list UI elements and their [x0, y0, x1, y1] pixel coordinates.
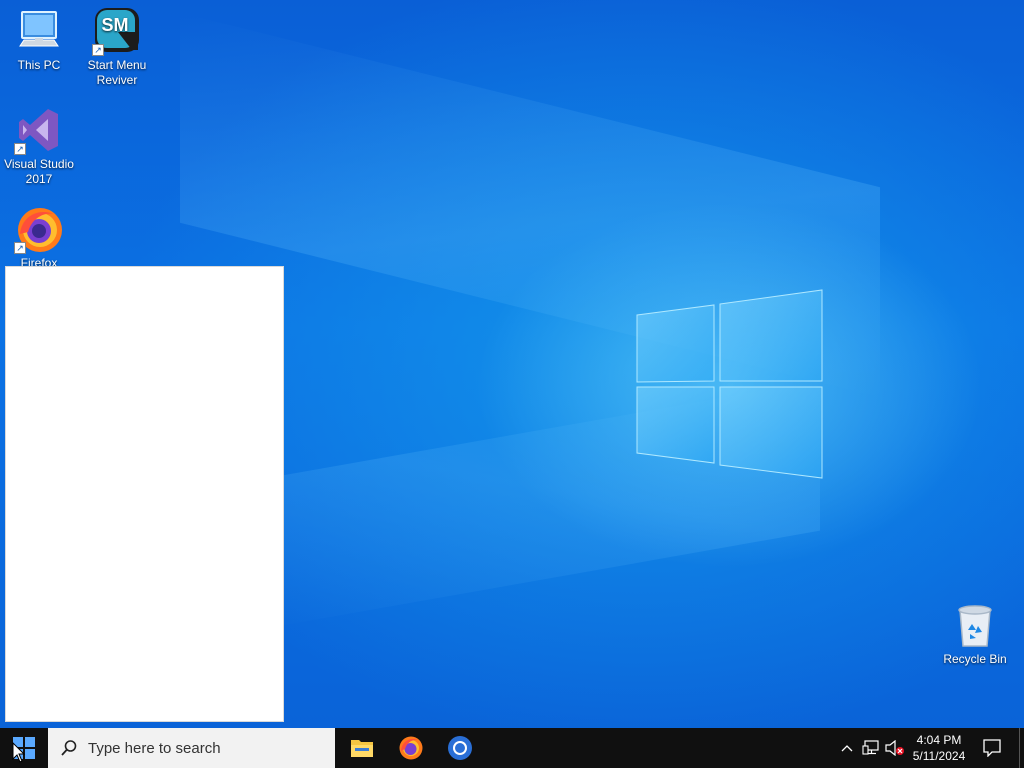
- chrome-icon: [448, 736, 472, 760]
- recycle-bin-icon: [950, 600, 1000, 650]
- blank-panel: [5, 266, 284, 722]
- network-icon: [862, 740, 879, 755]
- taskbar-chrome[interactable]: [436, 728, 484, 768]
- desktop-icon-recycle-bin[interactable]: Recycle Bin: [936, 600, 1014, 667]
- search-placeholder: Type here to search: [88, 739, 221, 757]
- taskbar-firefox[interactable]: [387, 728, 435, 768]
- desktop[interactable]: This PC SM ↗ Start Menu Reviver ↗ Visual…: [0, 0, 1024, 728]
- shortcut-arrow-icon: ↗: [92, 44, 104, 56]
- visual-studio-icon: ↗: [14, 105, 64, 155]
- start-menu-reviver-icon: SM ↗: [92, 6, 142, 56]
- taskbar-file-explorer[interactable]: [338, 728, 386, 768]
- firefox-icon: ↗: [14, 204, 64, 254]
- taskbar-search-box[interactable]: Type here to search: [48, 728, 335, 768]
- show-desktop-button[interactable]: [1019, 728, 1024, 768]
- recycle-bin-label: Recycle Bin: [943, 652, 1007, 666]
- chevron-up-icon: [841, 745, 853, 752]
- clock-date: 5/11/2024: [912, 749, 966, 763]
- volume-button[interactable]: [884, 728, 906, 768]
- show-hidden-icons-button[interactable]: [838, 728, 856, 768]
- action-center-icon: [983, 739, 1001, 757]
- this-pc-label: This PC: [17, 58, 61, 72]
- visual-studio-label-line1: Visual Studio: [4, 157, 74, 171]
- shortcut-arrow-icon: ↗: [14, 143, 26, 155]
- firefox-icon: [399, 736, 423, 760]
- search-icon: [61, 740, 77, 756]
- windows-logo-wallpaper: [636, 289, 823, 479]
- taskbar-clock[interactable]: 4:04 PM 5/11/2024: [906, 728, 972, 768]
- mouse-cursor-icon: [12, 742, 26, 763]
- file-explorer-icon: [351, 740, 373, 757]
- desktop-icon-this-pc[interactable]: This PC: [0, 6, 78, 73]
- start-menu-reviver-label-line2: Reviver: [96, 73, 138, 87]
- this-pc-icon: [14, 6, 64, 56]
- desktop-icon-firefox[interactable]: ↗ Firefox: [0, 204, 78, 271]
- action-center-button[interactable]: [978, 728, 1006, 768]
- start-menu-reviver-label-line1: Start Menu: [87, 58, 147, 72]
- desktop-icon-start-menu-reviver[interactable]: SM ↗ Start Menu Reviver: [78, 6, 156, 88]
- clock-time: 4:04 PM: [916, 733, 962, 747]
- shortcut-arrow-icon: ↗: [14, 242, 26, 254]
- taskbar: Type here to search 4:04 PM 5/11/2024: [0, 728, 1024, 768]
- network-button[interactable]: [860, 728, 882, 768]
- desktop-icon-visual-studio[interactable]: ↗ Visual Studio 2017: [0, 105, 78, 187]
- volume-muted-icon: [885, 740, 904, 756]
- visual-studio-label-line2: 2017: [25, 172, 53, 186]
- start-menu-reviver-logo-text: SM: [102, 15, 129, 35]
